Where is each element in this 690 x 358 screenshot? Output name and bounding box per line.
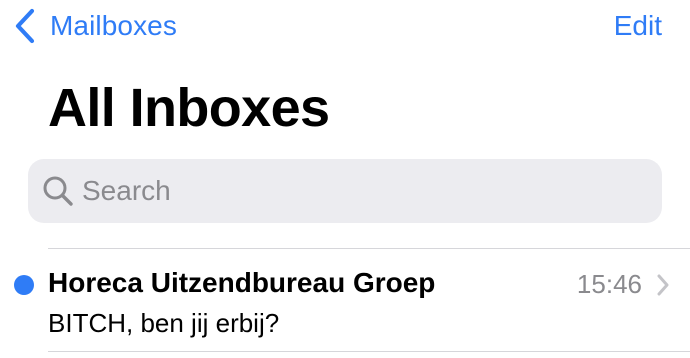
message-time: 15:46	[576, 269, 642, 299]
edit-button[interactable]: Edit	[614, 8, 662, 44]
chevron-left-icon	[15, 8, 35, 44]
chevron-right-icon	[657, 274, 669, 296]
list-divider-bottom	[48, 351, 690, 352]
mail-screen: Mailboxes Edit All Inboxes Horeca Uitzen…	[0, 0, 690, 358]
page-title: All Inboxes	[48, 78, 330, 138]
list-divider-top	[48, 248, 690, 249]
search-field[interactable]	[28, 159, 662, 223]
search-icon	[43, 176, 73, 206]
message-subject: BITCH, ben jij erbij?	[48, 308, 280, 338]
back-button[interactable]: Mailboxes	[14, 8, 177, 44]
back-button-label: Mailboxes	[50, 10, 177, 41]
mail-list-item[interactable]: Horeca Uitzendbureau Groep 15:46 BITCH, …	[0, 250, 690, 350]
sender-name: Horeca Uitzendbureau Groep	[48, 267, 436, 298]
search-input[interactable]	[82, 175, 642, 207]
unread-indicator	[14, 275, 34, 295]
